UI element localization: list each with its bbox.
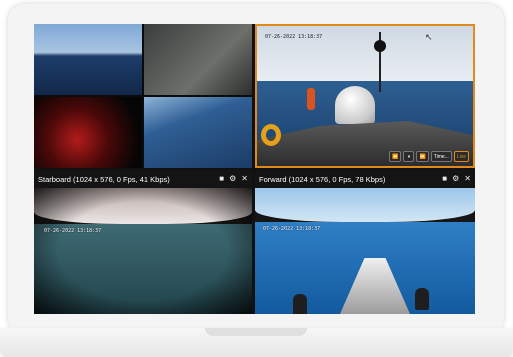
- feed-fender: [307, 88, 315, 110]
- feed-mast-marker: [374, 40, 386, 52]
- live-button[interactable]: Live: [453, 151, 469, 162]
- feed-sky: [255, 188, 475, 222]
- feed-vignette: [34, 188, 252, 314]
- pause-button[interactable]: ⏸: [403, 151, 415, 162]
- mouse-cursor-icon: ↖: [425, 32, 433, 42]
- screen: 07-26-2022 13:18:37 ↖ ⏪ ⏸ ⏩ Time... Live…: [34, 24, 475, 314]
- laptop-base: [0, 328, 513, 357]
- camera-feed-winch[interactable]: [144, 24, 252, 95]
- camera-feed-deck-crew[interactable]: [34, 24, 142, 95]
- forward-feed: 07-26-2022 13:18:37: [255, 188, 475, 314]
- selected-camera-pane[interactable]: 07-26-2022 13:18:37 ↖ ⏪ ⏸ ⏩ Time... Live: [255, 24, 475, 168]
- close-icon[interactable]: ✕: [241, 175, 248, 183]
- forward-button[interactable]: ⏩: [416, 151, 429, 162]
- starboard-titlebar: Starboard (1024 x 576, 0 Fps, 41 Kbps) ■…: [34, 170, 252, 188]
- close-icon[interactable]: ✕: [464, 175, 471, 183]
- starboard-feed: 07-26-2022 13:18:37: [34, 188, 252, 314]
- forward-title: Forward (1024 x 576, 0 Fps, 78 Kbps): [259, 174, 386, 184]
- forward-timestamp: 07-26-2022 13:18:37: [263, 226, 321, 232]
- camera-feed-deck-hatch[interactable]: [144, 97, 252, 168]
- time-button[interactable]: Time...: [430, 151, 452, 162]
- gear-icon[interactable]: ⚙: [452, 175, 459, 183]
- feed-radar-dome: [335, 86, 375, 124]
- gear-icon[interactable]: ⚙: [229, 175, 236, 183]
- rewind-button[interactable]: ⏪: [389, 151, 402, 162]
- camera-feed-control-room[interactable]: [34, 97, 142, 168]
- feed-timestamp: 07-26-2022 13:18:37: [265, 34, 323, 40]
- feed-person: [415, 288, 429, 310]
- forward-titlebar: Forward (1024 x 576, 0 Fps, 78 Kbps) ■ ⚙…: [255, 170, 475, 188]
- video-camera-icon[interactable]: ■: [219, 175, 224, 183]
- multi-camera-pane[interactable]: [34, 24, 252, 168]
- forward-camera-pane[interactable]: Forward (1024 x 576, 0 Fps, 78 Kbps) ■ ⚙…: [255, 170, 475, 314]
- feed-life-ring: [261, 124, 281, 146]
- video-camera-icon[interactable]: ■: [442, 175, 447, 183]
- starboard-title: Starboard (1024 x 576, 0 Fps, 41 Kbps): [38, 174, 170, 184]
- starboard-camera-pane[interactable]: Starboard (1024 x 576, 0 Fps, 41 Kbps) ■…: [34, 170, 252, 314]
- playback-controls: ⏪ ⏸ ⏩ Time... Live: [389, 151, 469, 162]
- feed-person: [293, 294, 307, 314]
- laptop-notch: [205, 328, 307, 336]
- starboard-timestamp: 07-26-2022 13:18:37: [44, 228, 102, 234]
